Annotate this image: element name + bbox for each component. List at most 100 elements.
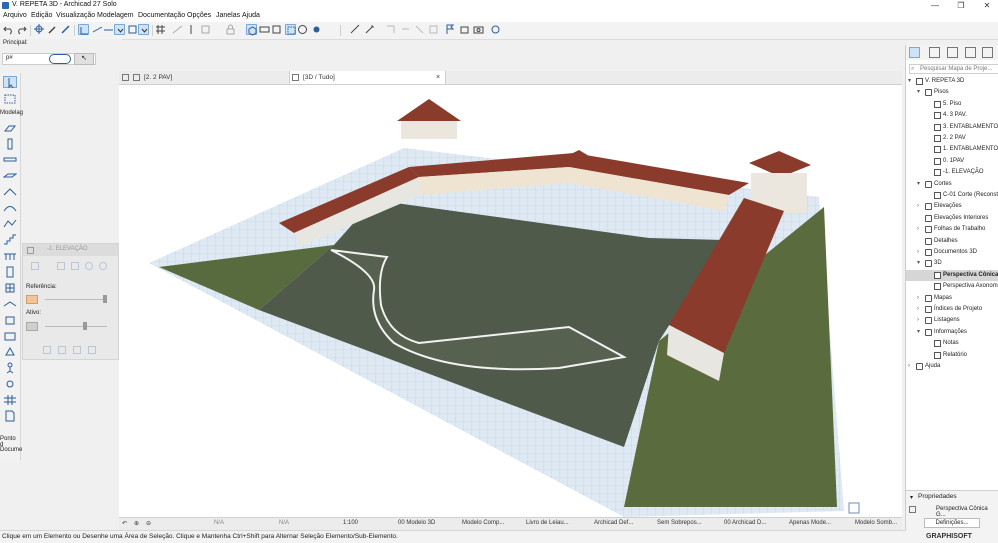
snap-guide-icon[interactable]	[103, 24, 114, 35]
box-icon[interactable]	[200, 24, 211, 35]
definitions-button[interactable]: Definições...	[924, 518, 980, 528]
tree-item[interactable]: 3. ENTABLAMENTO 2	[906, 122, 998, 133]
tree-twisty-icon[interactable]: ▾	[917, 327, 923, 338]
layer-options-icon[interactable]	[99, 262, 107, 270]
tree-item[interactable]: › Documentos 3D	[906, 247, 998, 258]
model-comp-selector[interactable]: Modelo Comp...	[462, 520, 504, 526]
flag-icon[interactable]	[445, 24, 456, 35]
tree-item[interactable]: 0. 1PAV	[906, 156, 998, 167]
archicad-d-selector[interactable]: 00 Archicad D...	[724, 520, 766, 526]
reference-slider-thumb[interactable]	[103, 295, 107, 303]
view-3d-icon[interactable]	[246, 24, 257, 36]
tree-twisty-icon[interactable]: ▾	[917, 87, 923, 98]
grid-tool[interactable]	[3, 394, 17, 406]
offset-icon[interactable]	[385, 24, 396, 35]
teamwork-icon[interactable]	[490, 24, 501, 35]
trim-icon[interactable]	[428, 24, 439, 35]
layer-visible-icon[interactable]	[31, 262, 39, 270]
redo-icon[interactable]	[16, 24, 27, 35]
tree-item[interactable]: Detalhes	[906, 236, 998, 247]
only-model-selector[interactable]: Apenas Mode...	[789, 520, 831, 526]
navigator-search-input[interactable]: Pesquisar Mapa de Proje...	[909, 64, 998, 74]
tree-item[interactable]: Elevações Interiores	[906, 213, 998, 224]
chevron-down-icon[interactable]	[138, 24, 149, 35]
organizer-icon[interactable]	[982, 47, 993, 58]
undo-zoom-icon[interactable]: ↶	[122, 520, 127, 527]
stair-tool[interactable]	[3, 234, 17, 246]
zoom-field-2[interactable]: N/A	[279, 520, 289, 526]
zoom-in-icon[interactable]: ⊕	[134, 520, 139, 527]
zone-tool[interactable]	[3, 330, 17, 342]
tree-item[interactable]: Perspectiva Cônica Ge	[906, 269, 998, 281]
tree-item[interactable]: ▾ 3D	[906, 258, 998, 269]
lamp-tool[interactable]	[3, 378, 17, 390]
tree-item[interactable]: Notas	[906, 338, 998, 349]
grid-snap-icon[interactable]	[155, 24, 166, 35]
tree-twisty-icon[interactable]: ›	[917, 293, 923, 304]
tree-twisty-icon[interactable]: ›	[917, 201, 923, 212]
layout-book-icon[interactable]	[947, 47, 958, 58]
marquee-icon[interactable]	[285, 24, 296, 35]
checkbox-icon[interactable]	[27, 247, 34, 254]
tree-twisty-icon[interactable]: ▾	[917, 179, 923, 190]
shell-tool[interactable]	[3, 202, 17, 214]
active-slider[interactable]	[45, 326, 107, 327]
beam-tool[interactable]	[3, 154, 17, 166]
marquee-tool[interactable]	[3, 93, 17, 105]
tree-item[interactable]: › Mapas	[906, 293, 998, 304]
slab-tool[interactable]	[3, 170, 17, 182]
tree-item[interactable]: ▾ Cortes	[906, 179, 998, 190]
arrow-tool-icon[interactable]: ↖	[74, 53, 94, 65]
elevation-icon[interactable]	[271, 24, 282, 35]
tree-item[interactable]: C-01 Corte (Reconstru	[906, 190, 998, 201]
eyedropper-icon[interactable]	[47, 24, 58, 35]
magic-wand-icon[interactable]	[364, 24, 375, 35]
tree-twisty-icon[interactable]: ›	[917, 315, 923, 326]
tree-twisty-icon[interactable]: ›	[917, 304, 923, 315]
3d-viewport[interactable]	[119, 85, 902, 517]
view-map-icon[interactable]	[929, 47, 940, 58]
menu-opcoes[interactable]: Opções	[187, 12, 211, 19]
close-button[interactable]: ✕	[978, 0, 996, 11]
overlay-icon[interactable]	[73, 346, 81, 354]
overrides-selector[interactable]: Sem Sobrepos...	[657, 520, 702, 526]
zoom-field-1[interactable]: N/A	[214, 520, 224, 526]
door-tool[interactable]	[3, 266, 17, 278]
tree-twisty-icon[interactable]: ▾	[908, 76, 914, 87]
tree-item[interactable]: › Índices de Projeto	[906, 304, 998, 315]
guide-lines-icon[interactable]	[92, 24, 103, 35]
pick-up-icon[interactable]	[34, 24, 45, 35]
undo-icon[interactable]	[3, 24, 14, 35]
tree-twisty-icon[interactable]: ›	[917, 224, 923, 235]
menu-edicao[interactable]: Edição	[31, 12, 52, 19]
collapse-icon[interactable]: ▾	[910, 494, 913, 501]
column-tool[interactable]	[3, 138, 17, 150]
menu-modelagem[interactable]: Modelagem	[97, 12, 134, 19]
camera-icon[interactable]	[473, 24, 484, 35]
measure-icon[interactable]	[350, 24, 361, 35]
project-map-icon[interactable]	[909, 47, 920, 58]
settings-icon[interactable]	[88, 346, 96, 354]
tree-item[interactable]: › Ajuda	[906, 361, 998, 372]
document-tool[interactable]	[3, 410, 17, 422]
curtain-wall-tool[interactable]	[3, 298, 17, 310]
stack-icon[interactable]	[459, 24, 470, 35]
split-icon[interactable]	[400, 24, 411, 35]
railing-tool[interactable]	[3, 250, 17, 262]
syringe-icon[interactable]	[60, 24, 71, 35]
trace-icon[interactable]	[78, 24, 89, 35]
menu-documentacao[interactable]: Documentação	[138, 12, 185, 19]
tree-item[interactable]: › Folhas de Trabalho	[906, 224, 998, 235]
tab-floor-plan[interactable]: [2. 2 PAV]	[133, 71, 283, 84]
render-icon[interactable]	[311, 24, 322, 35]
menu-visualizacao[interactable]: Visualização	[56, 12, 95, 19]
morph-tool[interactable]	[3, 346, 17, 358]
layer-icon[interactable]	[127, 24, 138, 35]
active-swatch-icon[interactable]	[26, 322, 38, 331]
lock-icon[interactable]	[225, 24, 236, 35]
publisher-icon[interactable]	[965, 47, 976, 58]
tab-overview-icon[interactable]	[122, 74, 129, 81]
tree-item[interactable]: 2. 2 PAV	[906, 133, 998, 144]
tree-item[interactable]: ▾ V. REPETA 3D	[906, 76, 998, 87]
section-icon[interactable]	[259, 24, 270, 35]
